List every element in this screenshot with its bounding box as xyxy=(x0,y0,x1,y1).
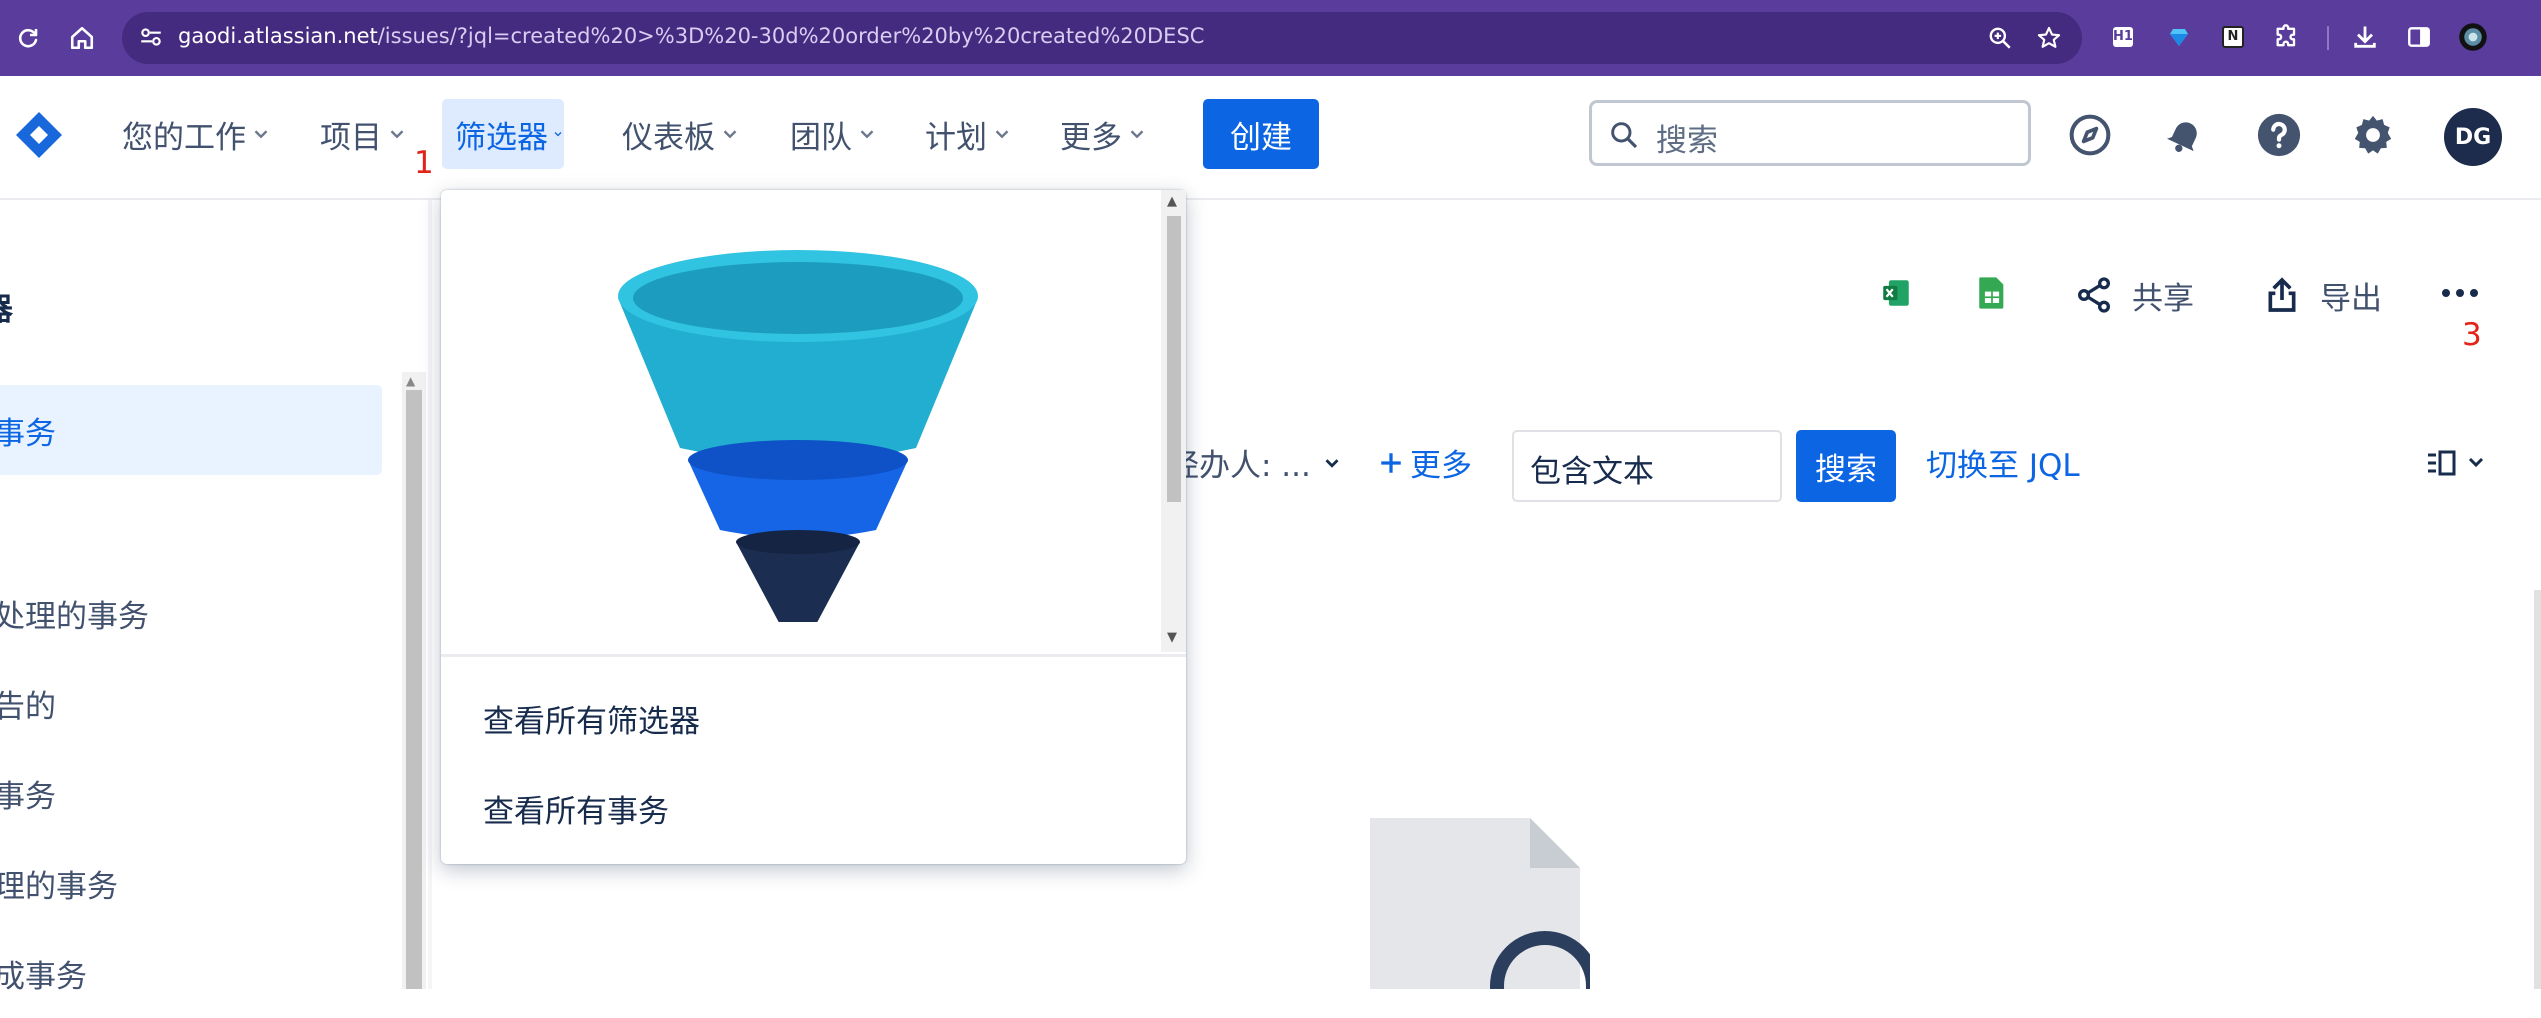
chevron-down-icon xyxy=(995,130,1009,139)
chevron-down-icon xyxy=(723,130,737,139)
more-filters-label: 更多 xyxy=(1410,448,1472,484)
scroll-up-arrow-icon[interactable]: ▲ xyxy=(1167,194,1177,209)
profile-avatar-icon[interactable] xyxy=(2458,22,2488,52)
sidebar-item-label: 事务 xyxy=(0,778,56,815)
jira-logo-icon[interactable] xyxy=(14,110,64,164)
share-icon xyxy=(2078,277,2110,313)
more-actions-icon[interactable] xyxy=(2440,273,2480,313)
nav-dashboards[interactable]: 仪表板 xyxy=(610,99,753,169)
annotation-marker-3: 3 xyxy=(2462,317,2482,353)
sidebar-item-label: 理的事务 xyxy=(0,868,118,905)
more-filters-button[interactable]: 更多 xyxy=(1378,440,1472,485)
sidebar-item-handled[interactable]: 理的事务 xyxy=(0,838,382,928)
extensions-puzzle-icon[interactable] xyxy=(2272,22,2302,52)
export-label: 导出 xyxy=(2320,280,2382,317)
sidebar-divider xyxy=(428,200,432,989)
nav-filters-label: 筛选器 xyxy=(455,119,548,156)
sidebar-item-assigned[interactable]: 处理的事务 xyxy=(0,568,382,658)
sidebar-item-open[interactable]: 事务 xyxy=(0,748,382,838)
google-sheets-icon[interactable] xyxy=(1972,273,2012,313)
sidebar-item-issues[interactable]: 事务 xyxy=(0,385,382,475)
zoom-icon[interactable] xyxy=(1987,25,2013,55)
contains-text-input[interactable]: 包含文本 xyxy=(1512,430,1782,502)
chevron-down-icon xyxy=(1325,458,1339,468)
share-label: 共享 xyxy=(2132,280,2194,317)
nav-dashboards-label: 仪表板 xyxy=(622,119,715,156)
nav-teams-label: 团队 xyxy=(790,119,852,156)
nav-projects[interactable]: 项目 xyxy=(308,99,420,169)
nav-teams[interactable]: 团队 xyxy=(778,99,890,169)
home-icon[interactable] xyxy=(62,18,102,58)
nav-more-label: 更多 xyxy=(1060,119,1122,156)
help-icon[interactable] xyxy=(2254,110,2304,160)
side-panel-icon[interactable] xyxy=(2404,22,2434,52)
sidebar-item-label: 事务 xyxy=(0,415,56,452)
reload-icon[interactable] xyxy=(8,18,48,58)
chevron-down-icon xyxy=(1130,130,1144,139)
address-bar[interactable]: gaodi.atlassian.net/issues/?jql=created%… xyxy=(122,12,2082,64)
sidebar-item-done[interactable]: 成事务 xyxy=(0,928,382,1018)
view-switcher-button[interactable] xyxy=(2426,448,2506,482)
top-navigation: 您的工作 项目 筛选器 仪表板 团队 计划 更多 创建 搜索 DG xyxy=(0,76,2541,200)
excel-export-icon[interactable] xyxy=(1876,273,1916,313)
notifications-bell-icon[interactable] xyxy=(2160,110,2210,160)
url-text[interactable]: gaodi.atlassian.net/issues/?jql=created%… xyxy=(178,24,1204,48)
search-icon xyxy=(1608,119,1640,155)
filters-dropdown-menu: ▲ ▼ 查看所有筛选器 查看所有事务 xyxy=(441,190,1186,864)
nav-more[interactable]: 更多 xyxy=(1048,99,1160,169)
switch-to-jql-link[interactable]: 切换至 JQL xyxy=(1926,440,2080,485)
notion-extension-icon[interactable]: N xyxy=(2218,22,2248,52)
sidebar-item-label: 告的 xyxy=(0,688,56,725)
gem-extension-icon[interactable] xyxy=(2164,22,2194,52)
site-settings-icon[interactable] xyxy=(138,24,164,54)
chevron-down-icon xyxy=(554,132,562,137)
compass-icon[interactable] xyxy=(2065,110,2115,160)
nav-your-work-label: 您的工作 xyxy=(122,119,246,156)
nav-your-work[interactable]: 您的工作 xyxy=(110,99,284,169)
plus-icon xyxy=(1381,452,1401,473)
chevron-down-icon xyxy=(390,130,404,139)
chevron-down-icon xyxy=(860,130,874,139)
browser-toolbar: gaodi.atlassian.net/issues/?jql=created%… xyxy=(0,0,2541,76)
assignee-filter[interactable]: 经办人: ... xyxy=(1168,440,1343,485)
scroll-up-arrow-icon[interactable]: ▲ xyxy=(406,374,415,388)
filters-sidebar: 器 事务 处理的事务 告的 事务 理的事务 成事务 xyxy=(0,200,428,995)
view-all-issues-item[interactable]: 查看所有事务 xyxy=(483,786,669,831)
downloads-icon[interactable] xyxy=(2350,22,2380,52)
nav-projects-label: 项目 xyxy=(320,119,382,156)
export-button[interactable]: 导出 xyxy=(2262,270,2382,320)
sidebar-item-label: 处理的事务 xyxy=(0,598,149,635)
user-avatar[interactable]: DG xyxy=(2444,108,2502,166)
chevron-down-icon xyxy=(254,130,268,139)
view-all-filters-item[interactable]: 查看所有筛选器 xyxy=(483,696,700,741)
search-placeholder: 搜索 xyxy=(1656,123,1718,159)
share-button[interactable]: 共享 xyxy=(2074,270,2194,320)
dropdown-scrollbar-thumb[interactable] xyxy=(1167,216,1181,502)
toolbar-divider xyxy=(2327,26,2329,50)
nav-plans-label: 计划 xyxy=(925,119,987,156)
assignee-filter-label: 经办人: ... xyxy=(1168,448,1311,484)
sidebar-title: 器 xyxy=(0,284,13,329)
scroll-down-arrow-icon[interactable]: ▼ xyxy=(1167,630,1177,645)
list-detail-view-icon xyxy=(2428,450,2484,476)
funnel-illustration xyxy=(616,250,980,632)
nav-filters[interactable]: 筛选器 xyxy=(442,99,564,169)
create-button[interactable]: 创建 xyxy=(1203,99,1319,169)
heading-extension-icon[interactable]: H1 xyxy=(2108,22,2138,52)
empty-state-document-illustration xyxy=(1370,818,1600,1018)
export-upload-icon xyxy=(2268,277,2296,312)
bookmark-star-icon[interactable] xyxy=(2036,25,2062,55)
settings-gear-icon[interactable] xyxy=(2348,110,2398,160)
annotation-marker-1: 1 xyxy=(414,145,434,181)
search-input[interactable]: 搜索 xyxy=(1589,100,2031,166)
sidebar-item-reported[interactable]: 告的 xyxy=(0,658,382,748)
search-button[interactable]: 搜索 xyxy=(1796,430,1896,502)
sidebar-scrollbar-thumb[interactable] xyxy=(406,390,422,989)
main-scrollbar[interactable] xyxy=(2534,590,2541,989)
dropdown-illustration-panel: ▲ ▼ xyxy=(441,190,1186,657)
nav-plans[interactable]: 计划 xyxy=(913,99,1025,169)
